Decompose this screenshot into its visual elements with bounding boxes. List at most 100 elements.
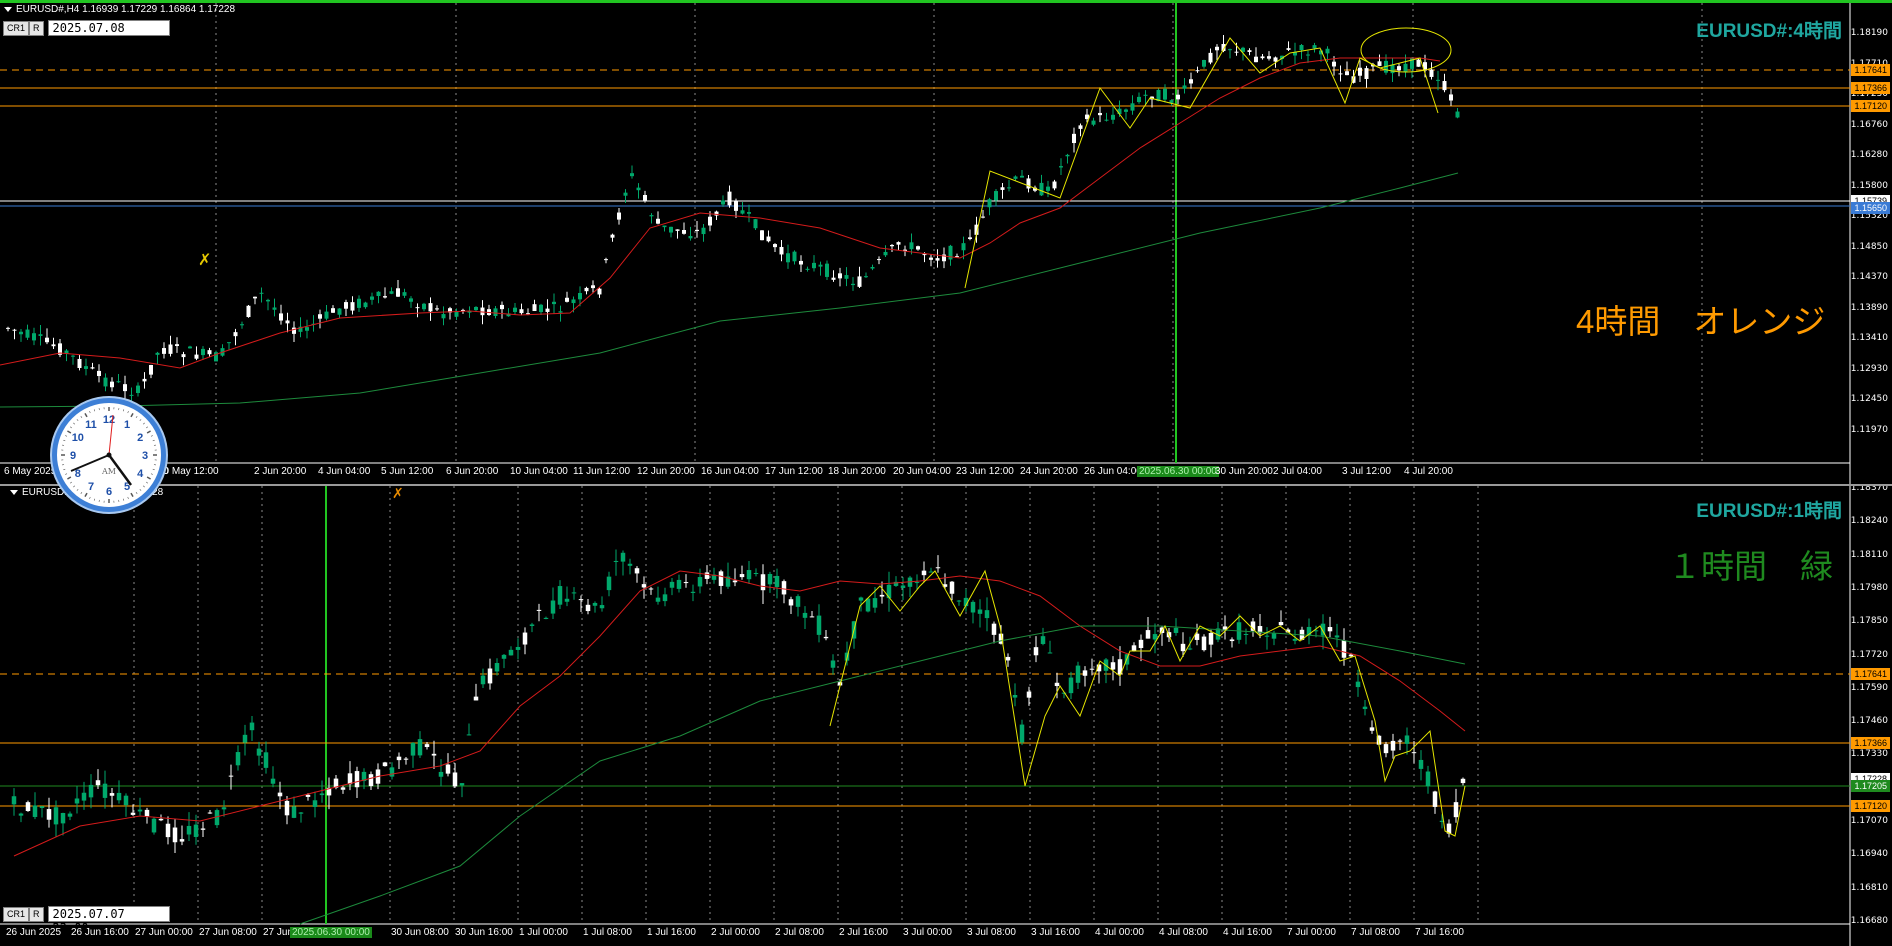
h4-date-field[interactable]: 2025.07.08 00:00	[47, 20, 170, 49]
candle-body	[929, 257, 933, 260]
price-tick-label: 1.16680	[1850, 915, 1888, 926]
candle-body	[585, 604, 591, 612]
candle-body	[487, 668, 493, 684]
candle-body	[102, 783, 108, 798]
r-button[interactable]: R	[29, 20, 44, 36]
time-tick-label: 24 Jun 20:00	[1020, 466, 1078, 477]
candle-body	[676, 579, 682, 589]
price-tick-label: 1.17720	[1850, 649, 1888, 660]
candle-body	[494, 663, 500, 672]
price-tick-label: 1.13410	[1850, 333, 1888, 343]
candle-body	[690, 591, 696, 593]
candle-body	[909, 242, 914, 250]
candle-body	[532, 304, 537, 312]
time-tick-label: 18 Jun 20:00	[828, 466, 886, 477]
clock-number: 3	[142, 450, 148, 462]
h1-chart-canvas[interactable]: ✗	[0, 486, 1892, 946]
candle-body	[550, 600, 556, 614]
h1-date-field[interactable]: 2025.07.07 23:00	[47, 906, 170, 935]
candle-body	[88, 784, 94, 798]
candle-body	[851, 283, 855, 286]
clock-tick	[127, 496, 129, 499]
candle-body	[228, 775, 234, 777]
candle-body	[175, 344, 179, 346]
candle-body	[179, 839, 185, 842]
candle-body	[1012, 695, 1018, 698]
candle-body	[617, 212, 621, 220]
candle-body	[981, 216, 985, 218]
candle-body	[466, 734, 472, 736]
time-tick-label: 3 Jul 00:00	[903, 927, 952, 938]
time-tick-label: 2 Jul 04:00	[1273, 466, 1322, 477]
candle-body	[1082, 670, 1088, 676]
cr1-button[interactable]: CR1	[3, 20, 30, 36]
time-tick-label: 26 Jun 16:00	[71, 927, 129, 938]
h1-note-text: １時間 緑	[1668, 548, 1833, 585]
candle-body	[1145, 630, 1151, 639]
r-button[interactable]: R	[29, 906, 44, 922]
candle-body	[428, 303, 433, 312]
candle-body	[734, 200, 738, 211]
candle-body	[396, 288, 400, 297]
candle-body	[529, 624, 535, 626]
candle-body	[513, 307, 517, 312]
candle-body	[1449, 94, 1453, 101]
candle-body	[779, 246, 784, 255]
candle-body	[1362, 706, 1368, 710]
candle-body	[1404, 735, 1410, 744]
candle-body	[347, 773, 353, 785]
candle-body	[1390, 64, 1395, 74]
time-tick-label: 4 Jul 16:00	[1223, 927, 1272, 938]
candle-body	[1007, 187, 1011, 189]
h4-chart-panel[interactable]: ✗ EURUSD#,H4 1.16939 1.17229 1.16864 1.1…	[0, 0, 1892, 484]
candle-body	[682, 230, 686, 234]
candle-body	[354, 771, 360, 788]
candle-body	[641, 584, 647, 588]
candle-body	[389, 291, 394, 294]
candle-body	[1039, 182, 1044, 196]
candle-body	[318, 314, 322, 319]
candle-body	[1020, 175, 1024, 178]
candle-body	[1442, 81, 1447, 91]
time-tick-label: 30 May 12:00	[158, 466, 219, 477]
pin-marker-icon: ✗	[392, 486, 404, 502]
candle-body	[1327, 627, 1333, 632]
candle-body	[1111, 114, 1115, 120]
clock-tick	[139, 488, 142, 491]
candle-body	[1143, 94, 1148, 96]
time-tick-label: 7 Jul 00:00	[1287, 927, 1336, 938]
candle-body	[137, 809, 143, 812]
candle-body	[987, 199, 992, 208]
clock-tick	[84, 413, 88, 418]
clock-tick	[146, 481, 149, 484]
candle-body	[1047, 652, 1053, 654]
candle-body	[402, 292, 407, 296]
candle-body	[739, 574, 745, 578]
candle-body	[81, 792, 87, 801]
candle-body	[1334, 635, 1340, 638]
collapse-triangle-icon[interactable]	[4, 6, 12, 12]
candle-body	[25, 329, 30, 338]
h4-chart-canvas[interactable]: ✗	[0, 3, 1892, 484]
h1-chart-panel[interactable]: ✗ EURUSD#,H1 1.17158 1.17228 CR1 R 2025.…	[0, 484, 1892, 946]
candle-body	[1229, 639, 1235, 642]
candle-body	[235, 752, 241, 766]
candle-body	[968, 237, 972, 239]
clock-tick	[135, 415, 138, 418]
candle-body	[900, 585, 906, 588]
candle-body	[935, 567, 941, 569]
candle-body	[18, 813, 24, 816]
candle-body	[438, 771, 444, 777]
candle-body	[1163, 88, 1167, 100]
time-tick-label: 7 Jul 08:00	[1351, 927, 1400, 938]
price-tick-label: 1.16280	[1850, 150, 1888, 160]
clock-tick	[142, 485, 145, 488]
candle-body	[240, 324, 244, 326]
analog-clock-widget[interactable]: 12 1 2 3 4 5 6 7 8 9 10 11 AM	[52, 398, 166, 512]
candle-body	[129, 394, 134, 396]
cr1-button[interactable]: CR1	[3, 906, 30, 922]
clock-tick	[89, 411, 91, 414]
candle-body	[557, 586, 563, 605]
collapse-triangle-icon[interactable]	[10, 489, 18, 495]
candle-body	[1201, 636, 1207, 651]
